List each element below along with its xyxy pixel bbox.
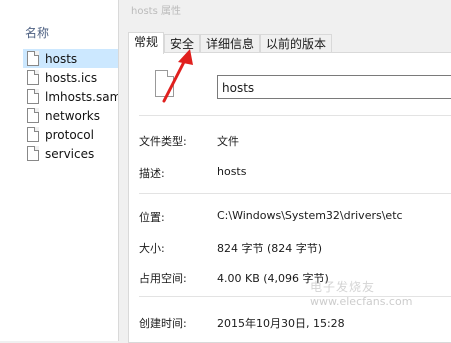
file-item-protocol[interactable]: protocol bbox=[23, 125, 118, 144]
file-item-lmhosts-sam[interactable]: lmhosts.sam bbox=[23, 87, 122, 106]
tab-security[interactable]: 安全 bbox=[164, 34, 201, 54]
description-value: hosts bbox=[217, 165, 247, 178]
file-list: hosts hosts.ics lmhosts.sam networks pro… bbox=[23, 49, 122, 163]
file-item-services[interactable]: services bbox=[23, 144, 118, 163]
tab-details[interactable]: 详细信息 bbox=[200, 34, 261, 54]
file-type-label: 文件类型: bbox=[139, 135, 187, 148]
file-icon bbox=[27, 108, 39, 123]
file-icon bbox=[27, 89, 39, 104]
tab-bar: 常规 安全 详细信息 以前的版本 bbox=[128, 32, 333, 54]
watermark-logo: 电子发烧友 www.elecfans.com bbox=[310, 278, 412, 308]
file-explorer-pane: 名称 hosts hosts.ics lmhosts.sam networks … bbox=[0, 0, 122, 341]
divider bbox=[139, 193, 451, 194]
size-value: 824 字节 (824 字节) bbox=[217, 242, 323, 255]
created-value: 2015年10月30日, 15:28 bbox=[217, 317, 345, 330]
tab-previous-versions[interactable]: 以前的版本 bbox=[260, 34, 333, 54]
file-type-value: 文件 bbox=[217, 135, 239, 148]
location-value: C:\Windows\System32\drivers\etc bbox=[217, 209, 403, 222]
file-icon bbox=[27, 127, 39, 142]
file-name: hosts.ics bbox=[45, 70, 98, 85]
watermark-site: www.elecfans.com bbox=[310, 295, 413, 308]
file-icon bbox=[27, 51, 39, 66]
name-column-header[interactable]: 名称 bbox=[25, 24, 49, 41]
tab-general[interactable]: 常规 bbox=[128, 32, 165, 54]
divider bbox=[139, 115, 451, 116]
dialog-title: hosts 属性 bbox=[131, 6, 181, 17]
file-icon bbox=[155, 70, 174, 97]
file-name: services bbox=[45, 146, 95, 161]
file-item-hosts-ics[interactable]: hosts.ics bbox=[23, 68, 118, 87]
file-name: lmhosts.sam bbox=[45, 89, 122, 104]
file-item-networks[interactable]: networks bbox=[23, 106, 118, 125]
description-label: 描述: bbox=[139, 167, 165, 180]
size-on-disk-label: 占用空间: bbox=[139, 272, 187, 285]
created-label: 创建时间: bbox=[139, 317, 187, 330]
watermark-brand: 电子发烧友 bbox=[310, 280, 376, 294]
size-label: 大小: bbox=[139, 242, 165, 255]
file-name: protocol bbox=[45, 127, 94, 142]
file-name-field[interactable]: hosts bbox=[217, 75, 451, 99]
file-icon bbox=[27, 146, 39, 161]
file-name: hosts bbox=[45, 51, 78, 66]
file-name: networks bbox=[45, 108, 100, 123]
file-item-hosts[interactable]: hosts bbox=[23, 49, 118, 68]
file-icon bbox=[27, 70, 39, 85]
location-label: 位置: bbox=[139, 211, 165, 224]
